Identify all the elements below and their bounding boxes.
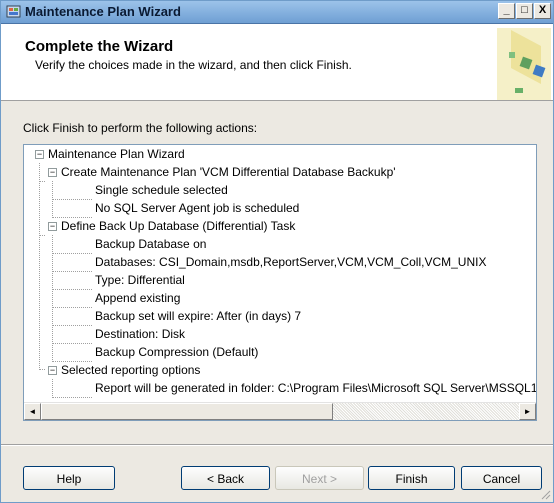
finish-button[interactable]: Finish: [368, 466, 455, 490]
instruction-label: Click Finish to perform the following ac…: [23, 121, 258, 135]
tree-connector: [52, 379, 53, 396]
tree-connector: [52, 325, 92, 326]
collapse-icon[interactable]: −: [48, 366, 57, 375]
tree-node-backup-on[interactable]: Backup Database on: [95, 235, 206, 253]
page-title: Complete the Wizard: [25, 38, 174, 55]
page-subtitle: Verify the choices made in the wizard, a…: [35, 58, 352, 72]
app-icon: [6, 5, 21, 18]
tree-connector: [52, 253, 92, 254]
collapse-icon[interactable]: −: [35, 150, 44, 159]
scroll-thumb[interactable]: [41, 403, 333, 420]
help-button[interactable]: Help: [23, 466, 115, 490]
tree-connector: [39, 163, 40, 370]
tree-node-destination[interactable]: Destination: Disk: [95, 325, 185, 343]
tree-node-append[interactable]: Append existing: [95, 289, 180, 307]
actions-tree[interactable]: − − − − Maintenance Plan Wizard Create M…: [23, 144, 537, 421]
collapse-icon[interactable]: −: [48, 168, 57, 177]
tree-node-compression[interactable]: Backup Compression (Default): [95, 343, 258, 361]
tree-node-type[interactable]: Type: Differential: [95, 271, 185, 289]
tree-node-expire[interactable]: Backup set will expire: After (in days) …: [95, 307, 301, 325]
horizontal-scrollbar[interactable]: ◄ ►: [24, 402, 536, 420]
title-bar[interactable]: Maintenance Plan Wizard _ □ X: [1, 1, 553, 24]
tree-connector: [52, 307, 92, 308]
tree-node-report-folder[interactable]: Report will be generated in folder: C:\P…: [95, 379, 536, 397]
tree-node-agent-job[interactable]: No SQL Server Agent job is scheduled: [95, 199, 299, 217]
next-button[interactable]: Next >: [275, 466, 364, 490]
tree-node-databases[interactable]: Databases: CSI_Domain,msdb,ReportServer,…: [95, 253, 486, 271]
tree-connector: [52, 289, 92, 290]
tree-connector: [39, 181, 45, 182]
wizard-header: Complete the Wizard Verify the choices m…: [1, 24, 553, 101]
scroll-left-icon[interactable]: ◄: [24, 403, 41, 420]
tree-node-schedule[interactable]: Single schedule selected: [95, 181, 228, 199]
tree-connector: [52, 343, 92, 344]
footer-divider: [1, 444, 553, 446]
close-button[interactable]: X: [534, 3, 551, 19]
wizard-logo-icon: [497, 28, 551, 100]
tree-connector: [52, 199, 92, 200]
back-button[interactable]: < Back: [181, 466, 270, 490]
tree-connector: [39, 235, 45, 236]
scroll-right-icon[interactable]: ►: [519, 403, 536, 420]
collapse-icon[interactable]: −: [48, 222, 57, 231]
tree-node-create-plan[interactable]: Create Maintenance Plan 'VCM Differentia…: [61, 163, 396, 181]
window-title: Maintenance Plan Wizard: [25, 4, 181, 19]
tree-node-reporting[interactable]: Selected reporting options: [61, 361, 200, 379]
tree-connector: [39, 369, 45, 370]
scroll-track[interactable]: [333, 403, 519, 420]
tree-node-backup-task[interactable]: Define Back Up Database (Differential) T…: [61, 217, 295, 235]
tree-connector: [52, 397, 92, 398]
cancel-button[interactable]: Cancel: [461, 466, 542, 490]
maximize-button[interactable]: □: [516, 3, 533, 19]
tree-connector: [52, 271, 92, 272]
minimize-button[interactable]: _: [498, 3, 515, 19]
resize-grip-icon[interactable]: [539, 488, 551, 500]
tree-node-root[interactable]: Maintenance Plan Wizard: [48, 145, 185, 163]
wizard-window: Maintenance Plan Wizard _ □ X Complete t…: [0, 0, 554, 503]
